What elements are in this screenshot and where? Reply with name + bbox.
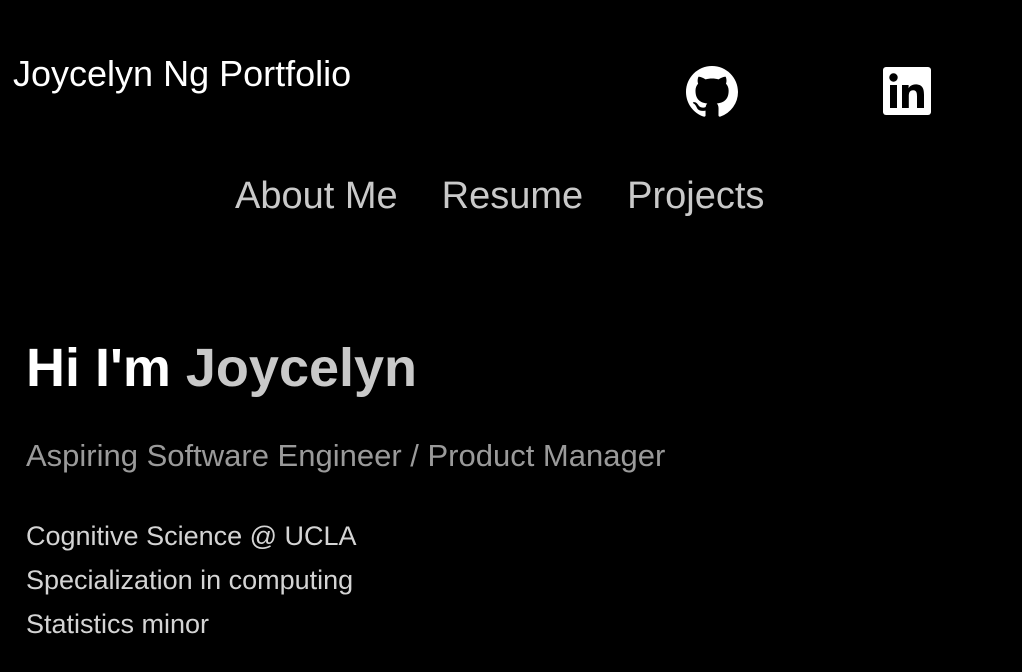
linkedin-icon: [883, 67, 931, 115]
hero-tagline: Aspiring Software Engineer / Product Man…: [26, 438, 666, 473]
nav-about-me[interactable]: About Me: [235, 171, 398, 221]
hero-name: Joycelyn: [185, 338, 418, 398]
hero-heading: Hi I'm Joycelyn: [26, 336, 417, 400]
info-item-specialization: Specialization in computing: [26, 565, 354, 595]
info-item-minor: Statistics minor: [26, 609, 210, 639]
nav-projects[interactable]: Projects: [627, 171, 764, 221]
linkedin-link[interactable]: [883, 67, 931, 115]
info-item-education: Cognitive Science @ UCLA: [26, 521, 357, 551]
github-icon: [686, 66, 738, 117]
github-link[interactable]: [685, 66, 739, 118]
nav-resume[interactable]: Resume: [442, 171, 584, 221]
info-list: Cognitive Science @ UCLA Specialization …: [26, 514, 357, 646]
hero-greeting: Hi I'm: [26, 338, 171, 398]
main-nav: About Me Resume Projects: [235, 171, 764, 221]
site-title: Joycelyn Ng Portfolio: [13, 53, 352, 94]
